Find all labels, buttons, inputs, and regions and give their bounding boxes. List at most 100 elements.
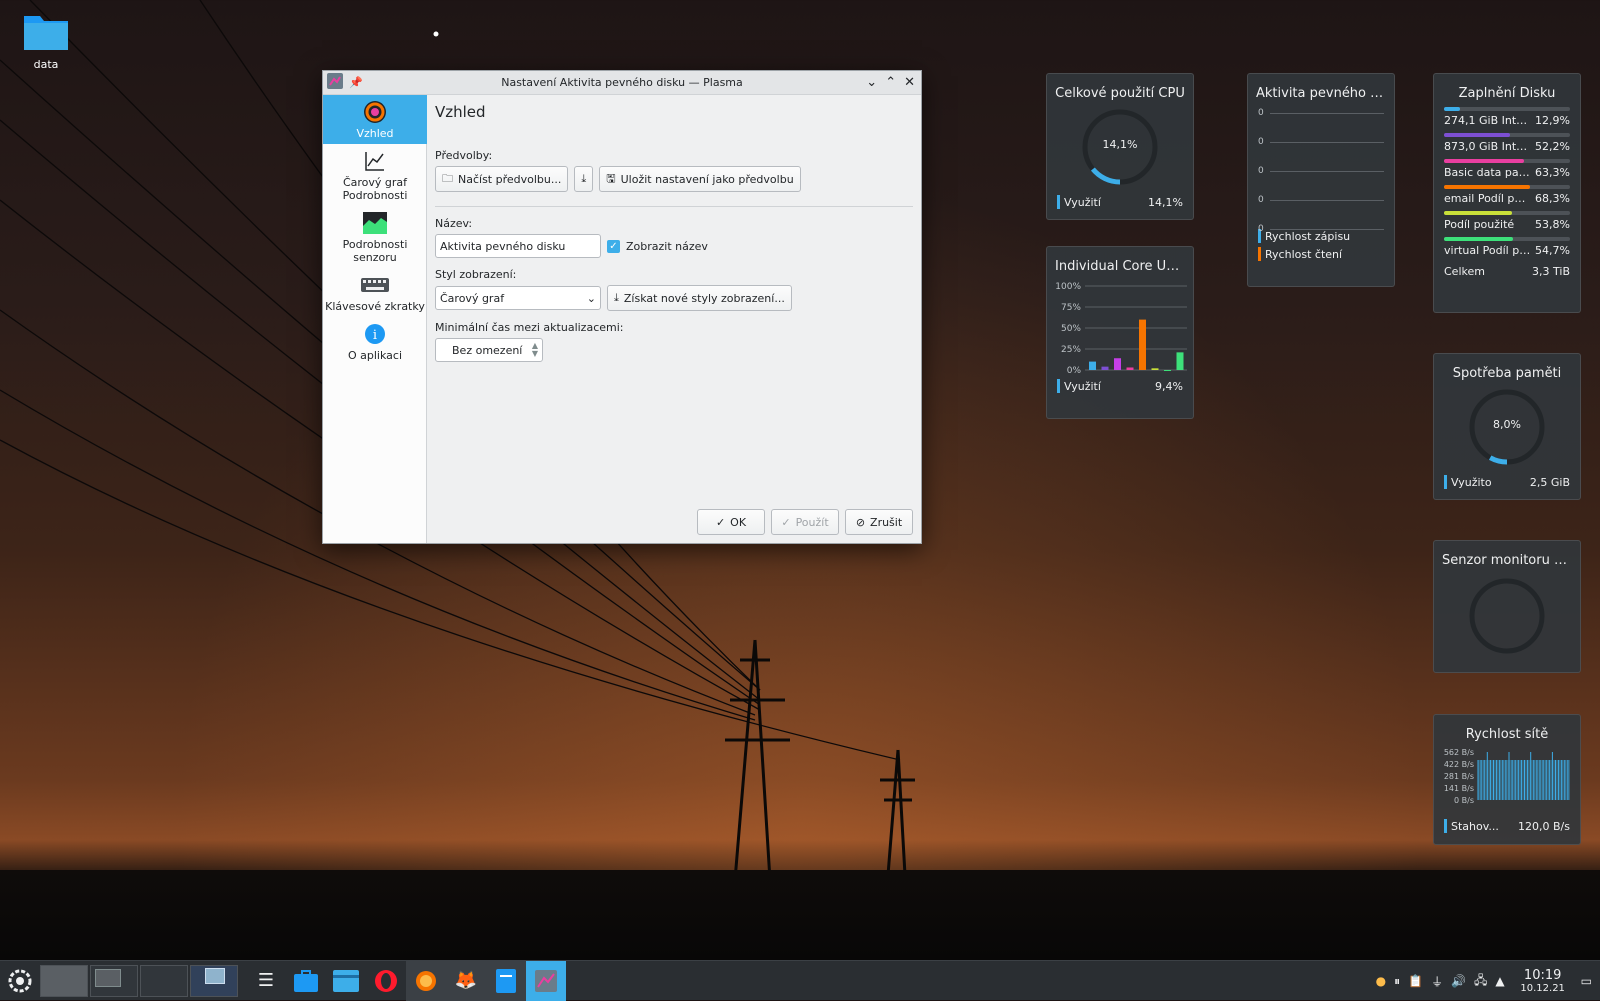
network-widget[interactable]: Rychlost sítě 562 B/s 422 B/s 281 B/s 141 B… (1433, 714, 1581, 845)
desktop-4[interactable] (190, 964, 238, 997)
task-dolphin[interactable] (326, 961, 366, 1001)
text-editor-icon (496, 968, 516, 993)
settings-sliders-icon: ☰ (257, 970, 275, 991)
dialog-sidebar: Vzhled Čarový graf Podrobnosti Podrobnos… (323, 95, 427, 543)
load-preset-button[interactable]: 🗀 Načíst předvolbu... (435, 166, 569, 192)
disk-value: 63,3% (1535, 166, 1570, 179)
disk-activity-gridline: 0 (1258, 223, 1384, 235)
style-select[interactable]: Čarový graf ⌄ (435, 286, 601, 310)
disk-label: 274,1 GiB Inter... (1444, 114, 1532, 127)
sensor-icon (325, 210, 425, 236)
cpu-widget[interactable]: Celkové použití CPU 14,1% Využití 14,1% (1046, 73, 1194, 220)
ok-button[interactable]: ✓ OK (697, 509, 765, 535)
taskbar: ☰ 🦊 ● ⏸ 📋 ⏚ 🔊 🖧 ▲ 10:19 10.12.21 ▭ (0, 960, 1600, 1001)
tick-label: 0% (1067, 366, 1082, 374)
virtual-desktop-pager (40, 961, 240, 1001)
disk-activity-chart: 0 0 0 0 0 (1258, 107, 1384, 234)
sidebar-item-about[interactable]: i O aplikaci (323, 317, 427, 366)
desktop-icon-data[interactable]: data (18, 10, 74, 71)
dialog-titlebar[interactable]: 📌 Nastavení Aktivita pevného disku — Pla… (323, 71, 921, 95)
show-title-label: Zobrazit název (626, 239, 708, 253)
task-discover[interactable] (286, 961, 326, 1001)
sidebar-item-appearance[interactable]: Vzhled (323, 95, 427, 144)
save-icon: 🖫 (606, 171, 616, 185)
disk-label: Podíl použité (1444, 218, 1515, 231)
desktop-2[interactable] (90, 964, 138, 997)
tick-label: 25% (1061, 345, 1081, 355)
disk-row: virtual Podíl po... 54,7% (1434, 237, 1580, 257)
desktop-1[interactable] (40, 964, 88, 997)
widget-title: Zaplnění Disku (1458, 86, 1556, 101)
show-desktop-icon[interactable]: ▭ (1581, 974, 1592, 988)
disk-usage-fill (1444, 185, 1531, 189)
memory-widget[interactable]: Spotřeba paměti 8,0% Využito 2,5 GiB (1433, 353, 1581, 500)
settings-dialog: 📌 Nastavení Aktivita pevného disku — Pla… (322, 70, 922, 544)
minimize-icon[interactable]: ⌄ (866, 75, 877, 90)
tick-label: 50% (1061, 324, 1081, 334)
cancel-icon: ⊘ (855, 515, 866, 529)
core-usage-widget[interactable]: Individual Core Us... 100% 75% 50% 25% 0% Vy… (1046, 246, 1194, 419)
clock[interactable]: 10:19 10.12.21 (1513, 969, 1573, 994)
name-input[interactable]: Aktivita pevného disku (435, 234, 601, 258)
tick-label: 562 B/s (1444, 748, 1474, 757)
disk-activity-gridline: 0 (1258, 136, 1384, 148)
updates-icon[interactable]: ● (1376, 974, 1386, 988)
page-title: Vzhled (435, 103, 486, 121)
tick-label: 75% (1061, 303, 1081, 313)
clock-time: 10:19 (1523, 967, 1562, 983)
task-kate[interactable] (486, 960, 526, 1001)
disk-usage-fill (1444, 159, 1524, 163)
maximize-icon[interactable]: ⌃ (885, 75, 896, 90)
desktop-3[interactable] (140, 964, 188, 997)
disk-row: Podíl použité 53,8% (1434, 211, 1580, 231)
disk-activity-widget[interactable]: Aktivita pevného d... 00000 Rychlost záp… (1247, 73, 1395, 287)
sidebar-item-line-chart[interactable]: Čarový graf Podrobnosti (323, 144, 427, 206)
memory-gauge: 8,0% (1467, 387, 1547, 467)
task-plasma-settings[interactable] (526, 960, 566, 1001)
media-pause-icon[interactable]: ⏸ (1394, 974, 1400, 989)
app-launcher-button[interactable] (0, 961, 40, 1001)
task-system-settings[interactable]: ☰ (246, 961, 286, 1001)
disk-fill-widget[interactable]: Zaplnění Disku 274,1 GiB Inter... 12,9% 87… (1433, 73, 1581, 313)
tick-label: 422 B/s (1444, 760, 1474, 769)
cpu-gauge-value: 14,1% (1102, 138, 1138, 151)
disk-activity-gridline: 0 (1258, 194, 1384, 206)
download-icon: ⤓ (581, 172, 587, 185)
cancel-button[interactable]: ⊘ Zrušit (845, 509, 913, 535)
disk-value: 53,8% (1535, 218, 1570, 231)
show-title-checkbox[interactable]: ✓ (607, 239, 620, 253)
core-bar (1176, 352, 1184, 370)
keyboard-icon (325, 272, 425, 298)
tick-label: 0 (1258, 224, 1264, 234)
sidebar-item-sensor[interactable]: Podrobnosti senzoru (323, 206, 427, 268)
tick-label: 0 B/s (1454, 796, 1474, 805)
widget-title: Celkové použití CPU (1055, 86, 1185, 101)
sensor-widget[interactable]: Senzor monitoru s... (1433, 540, 1581, 673)
clipboard-icon[interactable]: 📋 (1408, 974, 1423, 988)
tick-label: 141 B/s (1444, 784, 1474, 793)
usb-icon[interactable]: ⏚ (1431, 973, 1443, 990)
tray-expand-icon[interactable]: ▲ (1495, 974, 1504, 988)
get-styles-button[interactable]: ⤓ Získat nové styly zobrazení... (607, 285, 792, 311)
memory-legend: Využito 2,5 GiB (1434, 473, 1580, 491)
sidebar-item-shortcuts[interactable]: Klávesové zkratky (323, 268, 427, 317)
interval-spinbox[interactable]: Bez omezení ▲ ▼ (435, 338, 543, 362)
disk-value: 52,2% (1535, 140, 1570, 153)
save-preset-button[interactable]: 🖫 Uložit nastavení jako předvolbu (599, 166, 801, 192)
widget-title: Aktivita pevného d... (1256, 86, 1391, 101)
close-icon[interactable]: ✕ (904, 75, 915, 90)
system-tray: ● ⏸ 📋 ⏚ 🔊 🖧 ▲ 10:19 10.12.21 ▭ (1376, 961, 1600, 1001)
volume-icon[interactable]: 🔊 (1451, 974, 1466, 988)
disk-value: 68,3% (1535, 192, 1570, 205)
network-icon[interactable]: 🖧 (1474, 971, 1487, 992)
pin-icon[interactable]: 📌 (349, 76, 363, 89)
core-bar (1164, 370, 1171, 371)
disk-label: 873,0 GiB Inter... (1444, 140, 1532, 153)
download-preset-button[interactable]: ⤓ (574, 166, 594, 192)
task-opera[interactable] (366, 961, 406, 1001)
dialog-title: Nastavení Aktivita pevného disku — Plasm… (501, 76, 743, 89)
apply-button[interactable]: ✓ Použít (771, 509, 839, 535)
task-gimp[interactable]: 🦊 (446, 960, 486, 1001)
disk-usage-bar (1444, 211, 1570, 215)
task-app-orange[interactable] (406, 960, 446, 1001)
